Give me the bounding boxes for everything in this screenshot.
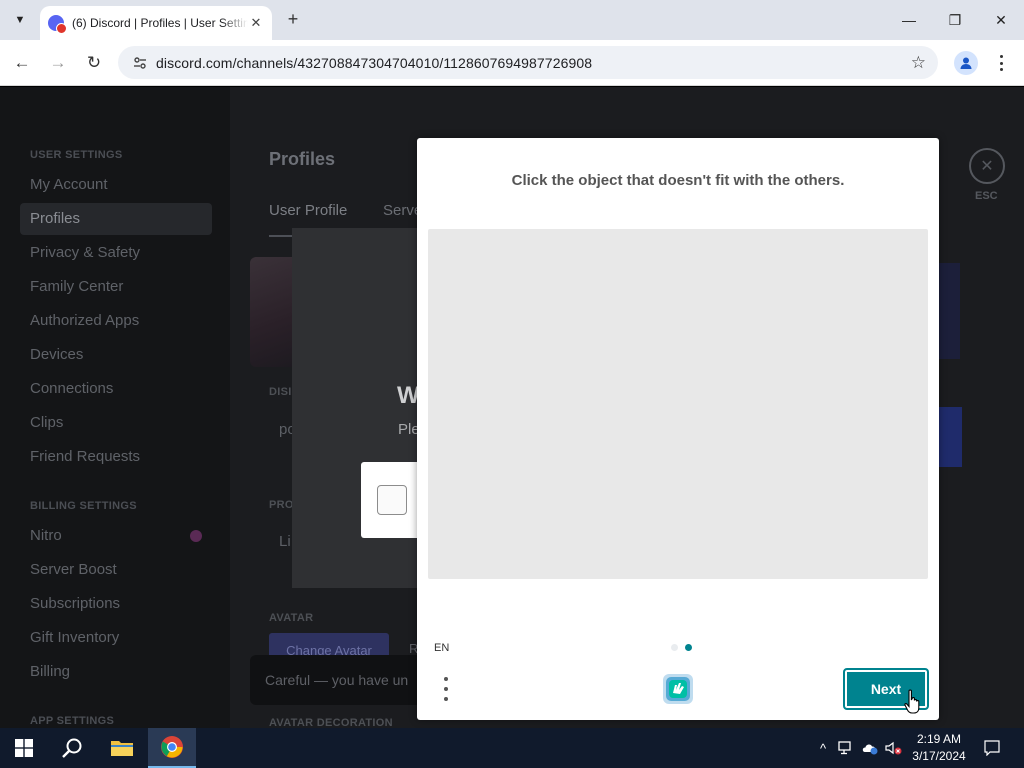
close-window-button[interactable]: ✕ [987, 6, 1015, 34]
tab-close-icon[interactable]: ✕ [248, 15, 264, 31]
search-icon[interactable] [48, 728, 96, 768]
sidebar-item-my-account[interactable]: My Account [30, 176, 108, 193]
tray-overflow-icon[interactable]: ^ [814, 728, 832, 768]
sidebar-item-connections[interactable]: Connections [30, 380, 113, 397]
user-settings-heading: USER SETTINGS [30, 149, 123, 161]
bookmark-star-icon[interactable]: ☆ [911, 53, 926, 73]
system-clock[interactable]: 2:19 AM 3/17/2024 [904, 731, 974, 765]
browser-tab[interactable]: (6) Discord | Profiles | User Settings ✕ [40, 6, 272, 40]
file-explorer-icon[interactable] [98, 728, 146, 768]
captcha-page-indicator [671, 644, 692, 651]
pronouns-label: PRO [269, 499, 294, 511]
browser-tab-bar: ▼ (6) Discord | Profiles | User Settings… [0, 0, 1024, 40]
sidebar-item-subscriptions[interactable]: Subscriptions [30, 595, 120, 612]
address-bar[interactable]: discord.com/channels/432708847304704010/… [118, 46, 938, 79]
display-name-label: DISI [269, 386, 292, 398]
network-icon[interactable] [836, 728, 856, 768]
sidebar-item-gift-inventory[interactable]: Gift Inventory [30, 629, 119, 646]
windows-taskbar: ^ 2:19 AM 3/17/2024 [0, 728, 1024, 768]
forward-button[interactable]: → [45, 50, 71, 76]
language-selector[interactable]: EN [434, 642, 449, 654]
notifications-icon[interactable] [980, 728, 1004, 768]
profile-preview-button [938, 407, 962, 467]
esc-label: ESC [975, 190, 998, 202]
nitro-badge-icon [190, 530, 202, 542]
page-dot [671, 644, 678, 651]
captcha-image-area[interactable] [428, 229, 928, 579]
billing-settings-heading: BILLING SETTINGS [30, 500, 137, 512]
volume-muted-icon[interactable] [884, 728, 904, 768]
close-settings-icon[interactable]: ✕ [969, 148, 1005, 184]
clock-time: 2:19 AM [916, 732, 962, 746]
tab-user-profile[interactable]: User Profile [269, 202, 347, 219]
sidebar-item-friend-requests[interactable]: Friend Requests [30, 448, 140, 465]
sidebar-item-family-center[interactable]: Family Center [30, 278, 123, 295]
sidebar-item-server-boost[interactable]: Server Boost [30, 561, 117, 578]
onedrive-icon[interactable] [860, 728, 880, 768]
profile-preview-card [938, 263, 960, 359]
sidebar-item-authorized-apps[interactable]: Authorized Apps [30, 312, 139, 329]
reload-button[interactable]: ↻ [81, 50, 107, 76]
captcha-menu-icon[interactable] [443, 677, 449, 701]
captcha-challenge-modal: Click the object that doesn't fit with t… [417, 138, 939, 720]
sidebar-item-nitro[interactable]: Nitro [30, 527, 62, 544]
sidebar-item-clips[interactable]: Clips [30, 414, 63, 431]
new-tab-button[interactable]: + [282, 8, 304, 30]
page-title: Profiles [269, 149, 336, 169]
site-info-icon[interactable] [130, 53, 150, 73]
avatar-label: AVATAR [269, 612, 314, 624]
tab-search-dropdown-icon[interactable]: ▼ [8, 8, 32, 32]
maximize-button[interactable]: ❐ [941, 6, 969, 34]
avatar-decoration-label: AVATAR DECORATION [269, 717, 393, 728]
sidebar-item-devices[interactable]: Devices [30, 346, 83, 363]
discord-favicon-icon [48, 15, 67, 34]
pronouns-value: Li [279, 533, 291, 550]
sidebar-item-privacy-safety[interactable]: Privacy & Safety [30, 244, 140, 261]
settings-sidebar: USER SETTINGS My Account Profiles Privac… [0, 87, 230, 728]
app-settings-heading: APP SETTINGS [30, 715, 115, 727]
captcha-checkbox[interactable] [377, 485, 407, 515]
captcha-prompt: Click the object that doesn't fit with t… [511, 172, 845, 189]
page-dot-active [685, 644, 692, 651]
sidebar-item-billing[interactable]: Billing [30, 663, 70, 680]
url-text: discord.com/channels/432708847304704010/… [156, 54, 593, 71]
chrome-taskbar-icon[interactable] [148, 728, 196, 768]
profile-avatar-icon[interactable] [954, 51, 978, 75]
windows-start-icon[interactable] [0, 728, 48, 768]
browser-toolbar: ← → ↻ discord.com/channels/4327088473047… [0, 40, 1024, 86]
clock-date: 3/17/2024 [912, 749, 966, 763]
hand-cursor-icon [904, 689, 920, 714]
back-button[interactable]: ← [9, 50, 35, 76]
tab-title: (6) Discord | Profiles | User Settings [72, 16, 248, 30]
hcaptcha-logo-icon [663, 674, 693, 704]
minimize-button[interactable]: — [895, 6, 923, 34]
sidebar-item-profiles[interactable]: Profiles [30, 210, 80, 227]
browser-menu-icon[interactable] [994, 52, 1008, 74]
